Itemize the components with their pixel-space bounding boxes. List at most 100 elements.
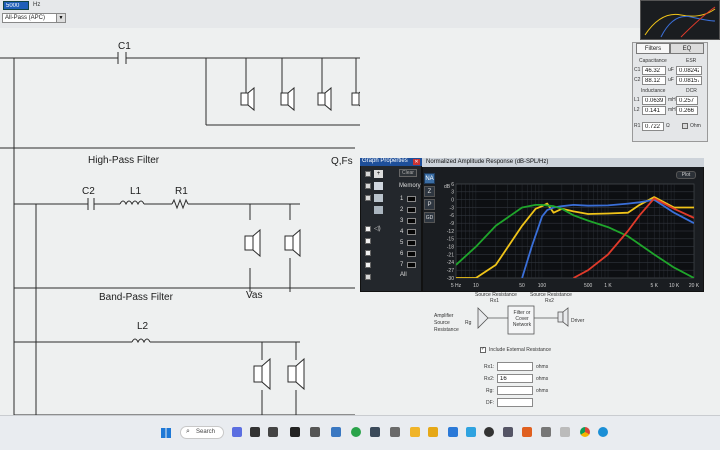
x-tick-label: 10 [473,283,479,289]
memory-slot-label: 7 [400,262,404,268]
rx2-unit: ohms [536,376,549,382]
c1-label: C1 [118,41,131,52]
memory-slot-label: 6 [400,251,404,257]
game-icon[interactable] [268,427,278,437]
folder-icon[interactable] [428,427,438,437]
rx2-field-label: Rx2: [484,376,495,382]
ohm-label: Ohm [690,123,701,129]
preview-chart-icon [644,6,716,38]
band-pass-title: Band-Pass Filter [99,292,173,303]
graph-option-checkbox[interactable] [365,226,371,232]
x-tick-label: 50 [519,283,525,289]
memory-slot-5[interactable] [407,240,416,246]
app-icon[interactable] [331,427,341,437]
graph-option-checkbox[interactable] [365,262,371,268]
r1-label: R1 [175,186,188,197]
l1-dcr-input[interactable] [676,96,698,105]
graph-title: Normalized Amplitude Response (dB-SPL/Hz… [426,159,549,165]
chat-icon[interactable] [232,427,242,437]
c2-esr-input[interactable] [676,76,702,85]
chart-icon[interactable] [374,194,383,202]
messaging-icon[interactable] [351,427,361,437]
mode-select[interactable]: All-Pass (APC) ▼ [2,13,66,23]
tab-eq[interactable]: EQ [670,43,704,54]
calculator-icon[interactable] [310,427,320,437]
app-icon[interactable] [484,427,494,437]
schematic-diagram [0,52,360,420]
memory-slot-3[interactable] [407,218,416,224]
y-tick-label: -18 [447,244,454,250]
add-icon[interactable]: + [374,170,383,178]
rg-unit: ohms [536,388,549,394]
speaker-icon[interactable]: ◁) [374,225,388,233]
memory-slot-7[interactable] [407,262,416,268]
rx2-input[interactable] [497,374,533,383]
rg-input[interactable] [497,386,533,395]
memory-slot-label: 5 [400,240,404,246]
app-icon[interactable] [390,427,400,437]
app-icon[interactable] [290,427,300,437]
folder-icon[interactable] [410,427,420,437]
graph-option-checkbox[interactable] [365,183,371,189]
memory-slot-4[interactable] [407,229,416,235]
preview-thumbnail [640,0,720,40]
z-button[interactable]: Z [424,186,435,197]
vas-label: Vas [246,290,263,301]
df-input[interactable] [497,398,533,407]
c2-capacitance-input[interactable] [642,76,666,85]
edge-icon[interactable] [598,427,608,437]
y-tick-label: -24 [447,260,454,266]
check-icon: ✓ [481,346,486,352]
c2-label: C2 [82,186,95,197]
gd-button[interactable]: GD [424,212,435,223]
camera-icon[interactable] [250,427,260,437]
l1-unit: mH [668,97,676,103]
graph-option-checkbox[interactable] [365,171,371,177]
memory-label: Memory [399,183,421,189]
app-icon[interactable] [560,427,570,437]
desktop-screen: Hz All-Pass (APC) ▼ [0,0,720,450]
app-icon[interactable] [541,427,551,437]
settings-icon[interactable] [374,206,383,214]
taskbar-search-box[interactable]: ⌕ Search [180,426,224,439]
y-tick-label: -15 [447,237,454,243]
app-icon[interactable] [370,427,380,437]
search-icon: ⌕ [186,428,190,435]
graph-option-checkbox[interactable] [365,238,371,244]
memory-slot-2[interactable] [407,207,416,213]
ohm-checkbox[interactable] [682,123,688,129]
graph-option-checkbox[interactable] [365,250,371,256]
c1-capacitance-input[interactable] [642,66,666,75]
app-icon[interactable] [503,427,513,437]
top-toolbar [0,0,640,28]
clear-button[interactable]: Clear [399,169,417,177]
rg-field-label: Rg: [486,388,494,394]
l2-dcr-input[interactable] [676,106,698,115]
l1-inductance-input[interactable] [642,96,666,105]
chrome-icon[interactable] [580,427,590,437]
tab-filters[interactable]: Filters [636,43,670,54]
windows-start-icon[interactable] [161,428,171,438]
y-tick-label: -27 [447,268,454,274]
store-icon[interactable] [466,427,476,437]
memory-slot-all[interactable]: All [400,272,407,278]
graph-option-checkbox[interactable] [365,274,371,280]
frequency-field[interactable] [3,1,29,10]
p-button[interactable]: P [424,199,435,210]
close-icon[interactable]: ✕ [413,159,420,165]
inductance-label: Inductance [641,88,666,94]
c1-esr-input[interactable] [676,66,702,75]
rx1-input[interactable] [497,362,533,371]
na-button[interactable]: NA [424,173,435,184]
memory-slot-6[interactable] [407,251,416,257]
mail-icon[interactable] [448,427,458,437]
r1-field-label: R1 [634,123,641,129]
memory-slot-label: 3 [400,218,404,224]
rx1-field-label: Rx1: [484,364,495,370]
memory-slot-1[interactable] [407,196,416,202]
grid-icon[interactable] [374,182,383,190]
l2-inductance-input[interactable] [642,106,666,115]
r1-resistance-input[interactable] [642,122,664,131]
graph-option-checkbox[interactable] [365,195,371,201]
app-icon[interactable] [522,427,532,437]
